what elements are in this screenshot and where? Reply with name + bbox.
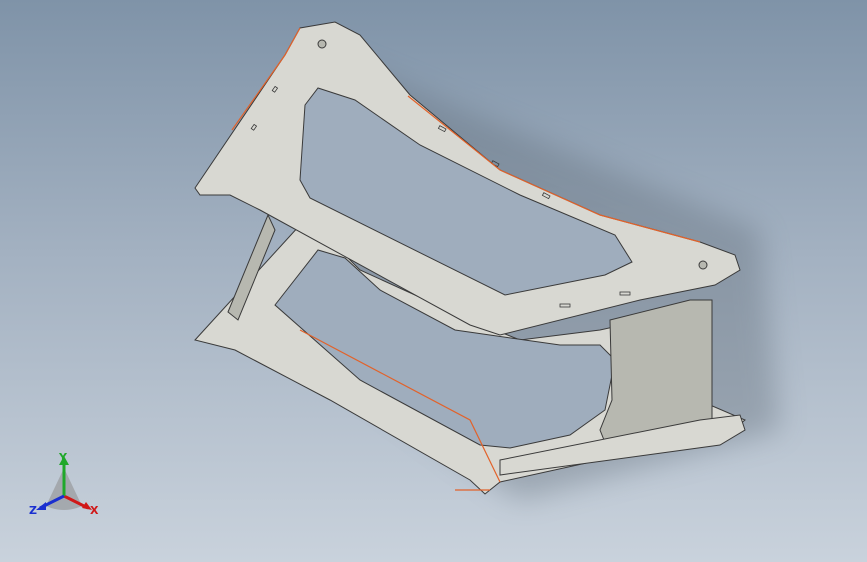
z-axis-label: Z	[29, 504, 37, 517]
z-axis-arrowhead	[36, 502, 46, 510]
cad-viewport[interactable]: Y Z X	[0, 0, 867, 562]
y-axis-label: Y	[59, 451, 67, 464]
pivot-hole-rear[interactable]	[698, 260, 708, 270]
3d-model-view[interactable]	[0, 0, 867, 562]
x-axis-label: X	[90, 504, 99, 517]
pivot-hole-top[interactable]	[317, 39, 327, 49]
